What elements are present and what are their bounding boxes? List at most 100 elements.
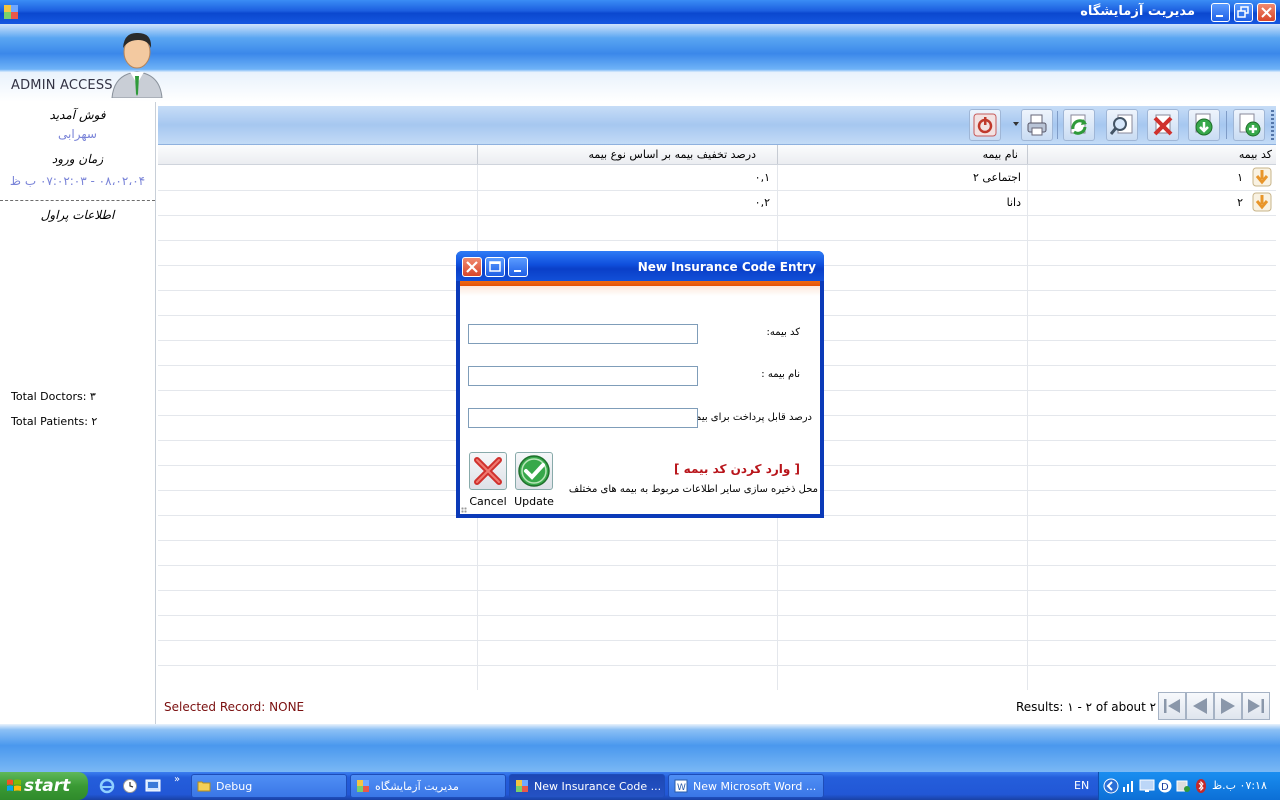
empty-row (158, 565, 1276, 591)
delete-icon (1153, 114, 1173, 136)
quicklaunch-chevron-icon[interactable]: » (174, 774, 180, 785)
dialog-note: محل ذخیره سازی سایر اطلاعات مربوط به بیم… (568, 484, 818, 495)
dialog-body: کد بیمه: نام بیمه : درصد قابل پرداخت برا… (460, 281, 820, 514)
status-bar: Selected Record: NONE Results: ۱ - ۲ of … (158, 690, 1276, 724)
task-label: مدیریت آزمایشگاه (375, 780, 459, 793)
power-icon (973, 113, 997, 137)
minimize-button[interactable] (1211, 3, 1230, 22)
restore-icon (1237, 6, 1249, 18)
empty-row (158, 590, 1276, 616)
add-button[interactable] (1233, 109, 1265, 141)
prev-page-button[interactable] (1186, 692, 1214, 720)
refresh-button[interactable] (1063, 109, 1095, 141)
header-band (0, 24, 1280, 102)
table-row[interactable]: ۲ دانا ۰,۲ (158, 190, 1276, 216)
task-insurance-entry[interactable]: New Insurance Code ... (509, 774, 665, 798)
dialog-minimize-button[interactable] (508, 257, 528, 277)
update-label: Update (514, 495, 554, 508)
user-name: سهرابی (58, 127, 97, 141)
dialog-maximize-button[interactable] (485, 257, 505, 277)
safely-remove-icon[interactable] (1175, 778, 1191, 794)
print-button[interactable] (1021, 109, 1053, 141)
percent-label: درصد قابل پرداخت برای بیمه (690, 412, 812, 423)
first-page-button[interactable] (1158, 692, 1186, 720)
save-button[interactable] (1188, 109, 1220, 141)
dialog-titlebar[interactable]: New Insurance Code Entry (456, 251, 824, 281)
login-time-label: زمان ورود (51, 152, 104, 166)
cell-code: ۱ (1237, 171, 1243, 184)
cell-percent: ۰,۱ (754, 171, 770, 184)
task-label: New Insurance Code ... (534, 780, 662, 793)
start-button[interactable]: start (0, 772, 88, 800)
print-icon (1027, 114, 1047, 136)
code-input[interactable] (468, 324, 698, 344)
column-separator (1027, 145, 1028, 164)
welcome-label: فوش آمدید (49, 108, 106, 122)
app-icon (516, 780, 528, 792)
code-label: کد بیمه: (766, 327, 800, 338)
cell-name: دانا (1006, 196, 1021, 209)
cancel-button[interactable] (469, 452, 507, 490)
restore-button[interactable] (1234, 3, 1253, 22)
exit-button[interactable] (969, 109, 1001, 141)
column-separator (477, 145, 478, 164)
row-arrow-icon (1252, 167, 1272, 187)
internet-explorer-icon[interactable] (99, 778, 115, 794)
next-page-button[interactable] (1214, 692, 1242, 720)
admin-avatar-icon (111, 32, 163, 98)
update-button[interactable] (515, 452, 553, 490)
minimize-icon (514, 270, 521, 272)
cell-percent: ۰,۲ (754, 196, 770, 209)
minimize-icon (1216, 15, 1223, 17)
word-icon: W (674, 779, 688, 793)
show-desktop-icon[interactable] (145, 778, 161, 794)
toolbar-separator (1226, 111, 1227, 139)
tray-expand-icon[interactable] (1103, 778, 1119, 794)
delete-button[interactable] (1147, 109, 1179, 141)
search-button[interactable] (1106, 109, 1138, 141)
empty-row (158, 640, 1276, 666)
bluetooth-icon[interactable] (1193, 778, 1209, 794)
cancel-label: Cancel (469, 495, 507, 508)
check-icon (518, 455, 550, 487)
search-icon (1110, 114, 1133, 135)
percent-input[interactable] (468, 408, 698, 428)
task-debug[interactable]: Debug (191, 774, 347, 798)
resize-grip-icon[interactable] (461, 507, 467, 513)
name-input[interactable] (468, 366, 698, 386)
first-page-icon (1164, 699, 1180, 713)
taskbar: start » Debug مدیریت آزمایشگاه New Insur… (0, 772, 1280, 800)
column-header-code[interactable]: کد بیمه (1239, 148, 1272, 161)
sidebar-info-link[interactable]: اطلاعات پراول (0, 208, 155, 222)
table-row[interactable]: ۱ اجتماعی ۲ ۰,۱ (158, 165, 1276, 191)
print-dropdown-arrow-icon[interactable] (1013, 122, 1019, 126)
antivirus-icon[interactable]: D (1157, 778, 1173, 794)
task-word[interactable]: W New Microsoft Word ... (668, 774, 824, 798)
total-doctors: Total Doctors: ۳ (11, 390, 96, 403)
task-lab-management[interactable]: مدیریت آزمایشگاه (350, 774, 506, 798)
window-titlebar: مدیریت آزمایشگاه (0, 0, 1280, 24)
toolbar-grip[interactable] (1271, 110, 1274, 140)
column-header-name[interactable]: نام بیمه (983, 148, 1018, 161)
monitor-icon[interactable] (1139, 778, 1155, 794)
clock-icon[interactable] (122, 778, 138, 794)
network-icon[interactable] (1121, 778, 1137, 794)
close-button[interactable] (1257, 3, 1276, 22)
clock[interactable]: ۰۷:۱۸ ب.ظ (1212, 779, 1267, 792)
start-label: start (24, 776, 71, 796)
toolbar (158, 106, 1276, 145)
language-indicator[interactable]: EN (1074, 779, 1089, 792)
refresh-icon (1070, 114, 1087, 135)
empty-row (158, 215, 1276, 241)
app-icon (357, 780, 369, 792)
column-header-percent[interactable]: درصد تخفیف بیمه بر اساس نوع بیمه (588, 148, 756, 161)
task-label: New Microsoft Word ... (693, 780, 817, 793)
close-icon (466, 261, 478, 273)
admin-access-label: ADMIN ACCESS (11, 78, 113, 93)
last-page-button[interactable] (1242, 692, 1270, 720)
dialog-close-button[interactable] (462, 257, 482, 277)
close-icon (1261, 7, 1272, 18)
toolbar-separator (1057, 111, 1058, 139)
name-label: نام بیمه : (761, 369, 800, 380)
svg-text:D: D (1161, 782, 1169, 793)
